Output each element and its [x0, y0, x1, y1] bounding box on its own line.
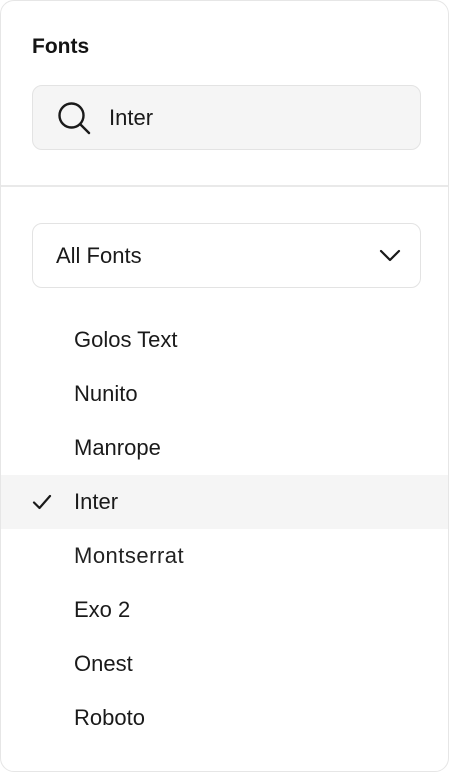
- font-item-label: Golos Text: [74, 327, 178, 352]
- font-item-montserrat[interactable]: Montserrat: [1, 529, 448, 583]
- font-item-golos-text[interactable]: Golos Text: [1, 313, 448, 367]
- divider: [1, 185, 448, 187]
- font-list: Golos Text Nunito Manrope Inter Montserr…: [1, 313, 448, 745]
- font-item-label: Roboto: [74, 705, 145, 730]
- font-item-label: Nunito: [74, 381, 138, 406]
- font-item-label: Montserrat: [74, 543, 185, 568]
- check-icon: [31, 491, 53, 513]
- font-category-label: All Fonts: [56, 242, 142, 268]
- panel-title: Fonts: [32, 35, 90, 58]
- font-item-label: Onest: [74, 651, 133, 676]
- font-item-onest[interactable]: Onest: [1, 637, 448, 691]
- font-item-manrope[interactable]: Manrope: [1, 421, 448, 475]
- search-input[interactable]: [109, 104, 389, 131]
- font-item-exo-2[interactable]: Exo 2: [1, 583, 448, 637]
- font-item-label: Inter: [74, 489, 119, 514]
- search-box[interactable]: [32, 85, 421, 150]
- font-category-select[interactable]: All Fonts: [32, 223, 421, 288]
- font-item-roboto[interactable]: Roboto: [1, 691, 448, 745]
- fonts-panel: Fonts All Fonts Golos Text Nunito Manrop…: [0, 0, 449, 772]
- font-item-label: Manrope: [74, 435, 161, 460]
- font-item-label: Exo 2: [74, 597, 131, 622]
- search-icon: [56, 100, 92, 136]
- chevron-down-icon: [378, 244, 402, 268]
- font-item-inter[interactable]: Inter: [1, 475, 448, 529]
- font-item-nunito[interactable]: Nunito: [1, 367, 448, 421]
